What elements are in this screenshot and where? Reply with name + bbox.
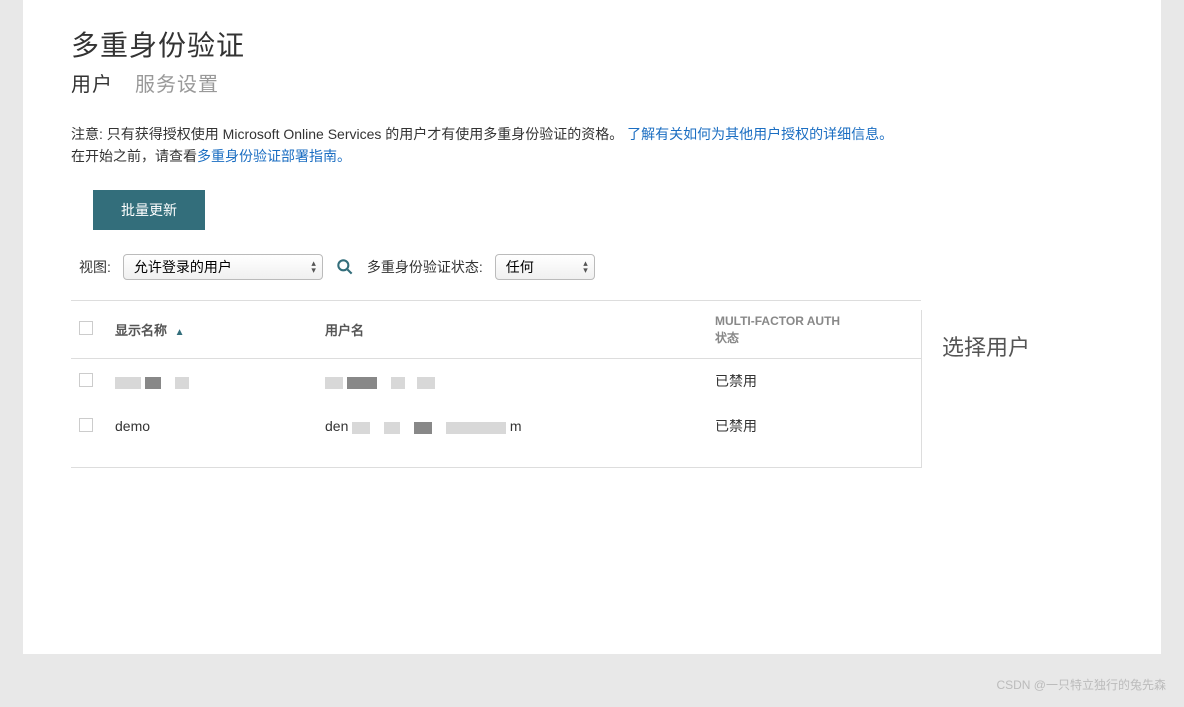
mfa-header-line2: 状态	[715, 331, 739, 345]
watermark: CSDN @一只特立独行的兔先森	[996, 676, 1166, 693]
chevron-updown-icon: ▴▾	[311, 260, 316, 273]
mfa-header-line1: MULTI-FACTOR AUTH	[715, 314, 840, 328]
users-table: 显示名称 ▲ 用户名 MULTI-FACTOR AUTH 状态	[71, 300, 921, 450]
mfa-status-label: 多重身份验证状态:	[367, 257, 483, 277]
chevron-updown-icon: ▴▾	[583, 260, 588, 273]
tab-service-settings[interactable]: 服务设置	[135, 68, 219, 97]
bulk-update-button[interactable]: 批量更新	[93, 190, 205, 230]
username-prefix: den	[325, 418, 348, 434]
row-checkbox[interactable]	[79, 418, 93, 432]
notice-link-guide[interactable]: 多重身份验证部署指南。	[197, 148, 351, 164]
notice-link-authorize[interactable]: 了解有关如何为其他用户授权的详细信息。	[627, 126, 893, 142]
notice-line2-prefix: 在开始之前，请查看	[71, 148, 197, 164]
mfa-status-value: 任何	[506, 257, 534, 277]
tabs: 用户 服务设置	[71, 68, 1161, 97]
column-username[interactable]: 用户名	[317, 300, 707, 359]
filter-row: 视图: 允许登录的用户 ▴▾ 多重身份验证状态: 任何 ▴▾	[79, 254, 1161, 280]
column-display-name-label: 显示名称	[115, 323, 167, 338]
header-checkbox-cell	[71, 300, 107, 359]
cell-display-name: demo	[107, 404, 317, 449]
column-display-name[interactable]: 显示名称 ▲	[107, 300, 317, 359]
table-row[interactable]: demo den m 已禁用	[71, 404, 921, 449]
table-bottom-border	[71, 467, 921, 468]
cell-mfa-status: 已禁用	[707, 404, 921, 449]
side-panel: 选择用户	[921, 310, 1161, 469]
select-all-checkbox[interactable]	[79, 321, 93, 335]
page-title: 多重身份验证	[71, 24, 1161, 64]
cell-mfa-status: 已禁用	[707, 359, 921, 404]
view-select-value: 允许登录的用户	[134, 257, 232, 277]
username-suffix: m	[510, 418, 522, 434]
view-label: 视图:	[79, 257, 111, 277]
table-row[interactable]: 已禁用	[71, 359, 921, 404]
cell-display-name	[107, 359, 317, 404]
notice-text: 注意: 只有获得授权使用 Microsoft Online Services 的…	[71, 123, 1161, 168]
search-icon[interactable]	[335, 257, 355, 277]
cell-username	[317, 359, 707, 404]
mfa-status-select[interactable]: 任何 ▴▾	[495, 254, 595, 280]
row-checkbox[interactable]	[79, 373, 93, 387]
side-panel-title: 选择用户	[942, 330, 1161, 362]
view-select[interactable]: 允许登录的用户 ▴▾	[123, 254, 323, 280]
sort-asc-icon: ▲	[175, 327, 185, 338]
tab-users[interactable]: 用户	[71, 68, 113, 97]
notice-prefix: 注意: 只有获得授权使用 Microsoft Online Services 的…	[71, 126, 627, 142]
column-mfa-status[interactable]: MULTI-FACTOR AUTH 状态	[707, 300, 921, 359]
cell-username: den m	[317, 404, 707, 449]
